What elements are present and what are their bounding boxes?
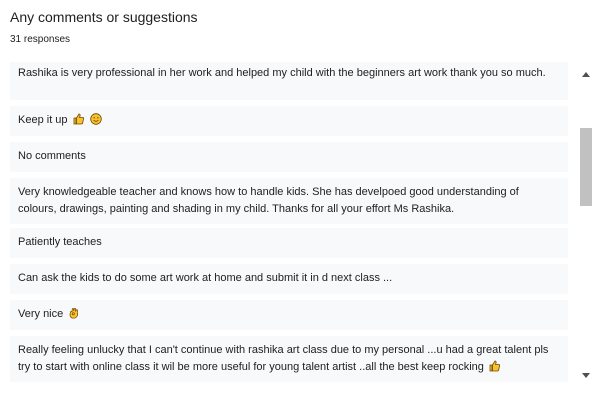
response-text: Can ask the kids to do some art work at … <box>18 272 393 284</box>
scroll-up-icon[interactable] <box>582 72 590 77</box>
response-list[interactable]: Rashika is very professional in her work… <box>10 62 568 385</box>
thumbs-up-icon <box>73 113 84 125</box>
list-item: Rashika is very professional in her work… <box>10 62 568 100</box>
vertical-scrollbar[interactable] <box>578 66 594 384</box>
response-text: Rashika is very professional in her work… <box>18 67 546 79</box>
list-item: Really feeling unlucky that I can't cont… <box>10 336 568 382</box>
question-title: Any comments or suggestions <box>10 9 198 25</box>
response-text: Really feeling unlucky that I can't cont… <box>18 344 549 373</box>
ok-hand-icon <box>69 307 79 319</box>
thumbs-up-icon <box>489 360 501 372</box>
response-count: 31 responses <box>10 34 71 45</box>
list-item: No comments <box>10 142 568 172</box>
response-text: No comments <box>18 150 86 162</box>
scroll-down-icon[interactable] <box>582 373 590 378</box>
response-card: Any comments or suggestions 31 responses… <box>0 0 603 401</box>
response-text: Very nice <box>18 308 64 320</box>
response-text: Very knowledgeable teacher and knows how… <box>18 186 522 215</box>
list-item: Very knowledgeable teacher and knows how… <box>10 178 568 224</box>
smiley-icon <box>89 113 102 125</box>
list-item: Very nice <box>10 300 568 330</box>
list-item: Can ask the kids to do some art work at … <box>10 264 568 294</box>
list-item: Patiently teaches <box>10 228 568 258</box>
scrollbar-thumb[interactable] <box>580 128 592 206</box>
response-text: Patiently teaches <box>18 236 102 248</box>
list-item: Keep it up <box>10 106 568 136</box>
response-text: Keep it up <box>18 114 68 126</box>
